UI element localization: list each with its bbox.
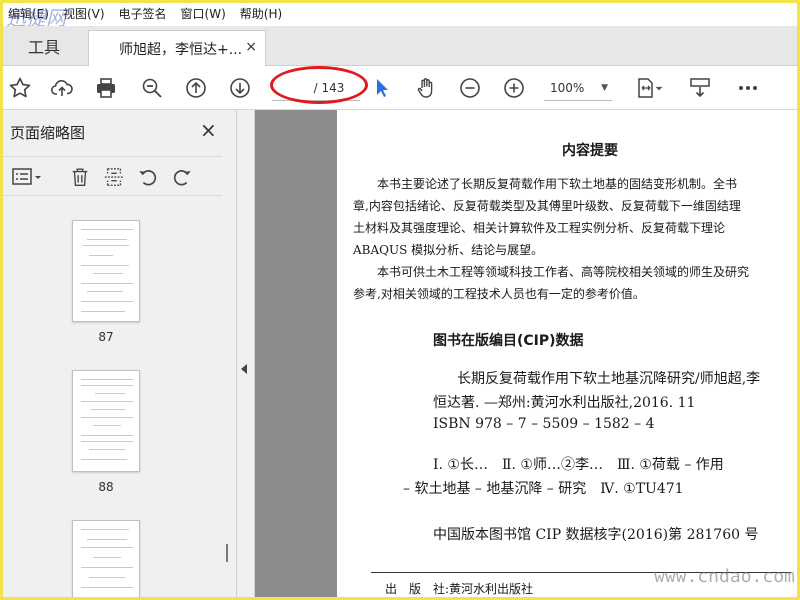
page-thumbnail[interactable] — [72, 370, 140, 472]
publisher-line: 出 版 社:黄河水利出版社 — [385, 582, 534, 596]
menu-view[interactable]: 视图(V) — [63, 5, 105, 22]
zoom-value: 100% — [550, 80, 585, 95]
zoom-select[interactable]: 100% ▼ — [544, 75, 612, 101]
panel-collapse-strip[interactable] — [237, 110, 255, 600]
chevron-down-icon: ▼ — [601, 83, 608, 93]
thumbnail-scrollbar[interactable] — [222, 206, 236, 600]
panel-title: 页面缩略图 — [10, 124, 86, 142]
page-thumbnail[interactable] — [72, 520, 140, 600]
collapse-arrow-icon[interactable] — [241, 364, 247, 374]
thumbnail-list: 87 88 — [0, 206, 222, 600]
menu-bar: 编辑(E) 视图(V) 电子签名 窗口(W) 帮助(H) — [0, 0, 800, 26]
page-heading: 内容提要 — [562, 143, 618, 159]
trash-icon[interactable] — [66, 163, 94, 191]
tab-row: 工具 师旭超，李恒达+... × — [0, 26, 800, 66]
zoom-out-magnifier-icon[interactable] — [138, 74, 166, 102]
red-highlight-oval — [270, 66, 368, 104]
page-down-icon[interactable] — [226, 74, 254, 102]
thumbnail-page-label: 88 — [98, 480, 114, 494]
upload-cloud-icon[interactable] — [48, 74, 76, 102]
zoom-in-icon[interactable] — [500, 74, 528, 102]
close-icon[interactable]: × — [200, 118, 217, 142]
panel-toolbar — [0, 156, 222, 196]
body-line: 土材料及其强度理论、相关计算软件及工程实例分析、反复荷载下理论 — [353, 221, 726, 235]
body-line: 本书可供土木工程等领域科技工作者、高等院校相关领域的师生及研究 — [353, 265, 750, 279]
menu-window[interactable]: 窗口(W) — [181, 5, 226, 22]
menu-esign[interactable]: 电子签名 — [119, 5, 167, 22]
document-viewer: 内容提要 本书主要论述了长期反复荷载作用下软土地基的固结变形机制。全书 章,内容… — [237, 110, 800, 600]
zoom-out-icon[interactable] — [456, 74, 484, 102]
body-line: 章,内容包括绪论、反复荷载类型及其傅里叶级数、反复荷载下一维固结理 — [353, 199, 741, 213]
tab-document-label: 师旭超，李恒达+... — [119, 41, 243, 58]
scrollbar-grip[interactable] — [226, 544, 228, 562]
body-line: ABAQUS 模拟分析、结论与展望。 — [353, 243, 544, 257]
cip-line: 中国版本图书馆 CIP 数据核字(2016)第 281760 号 — [433, 527, 759, 543]
document-page: 内容提要 本书主要论述了长期反复荷载作用下软土地基的固结变形机制。全书 章,内容… — [337, 110, 800, 600]
page-gutter — [255, 110, 337, 600]
thumbnail-panel: 页面缩略图 × 87 88 — [0, 110, 237, 600]
cip-line: 长期反复荷载作用下软土地基沉降研究/师旭超,李 — [457, 371, 761, 387]
thumbnail-page-label: 87 — [98, 330, 114, 344]
more-icon[interactable] — [734, 74, 762, 102]
thumbnail-options-icon[interactable] — [8, 163, 46, 191]
page-up-icon[interactable] — [182, 74, 210, 102]
watermark-url: www.cndao.com — [654, 566, 795, 587]
hand-icon[interactable] — [412, 74, 440, 102]
cip-title: 图书在版编目(CIP)数据 — [433, 333, 584, 349]
body-line: 本书主要论述了长期反复荷载作用下软土地基的固结变形机制。全书 — [353, 177, 738, 191]
chevron-down-icon[interactable] — [652, 74, 666, 102]
cip-line: Ⅰ. ①长… Ⅱ. ①师…②李… Ⅲ. ①荷载 – 作用 — [433, 457, 724, 473]
cip-line: – 软土地基 – 地基沉降 – 研究 Ⅳ. ①TU471 — [403, 481, 684, 497]
body-line: 参考,对相关领域的工程技术人员也有一定的参考价值。 — [353, 287, 645, 301]
rotate-right-icon[interactable] — [168, 163, 196, 191]
tab-document[interactable]: 师旭超，李恒达+... × — [88, 30, 266, 66]
tab-tools[interactable]: 工具 — [0, 26, 88, 66]
page-thumbnail[interactable] — [72, 220, 140, 322]
toolbar: / 143 100% ▼ — [0, 66, 800, 110]
tab-close-icon[interactable]: × — [245, 39, 257, 55]
cip-line: ISBN 978 – 7 – 5509 – 1582 – 4 — [433, 416, 655, 432]
cip-line: 恒达著. —郑州:黄河水利出版社,2016. 11 — [433, 395, 696, 411]
menu-help[interactable]: 帮助(H) — [240, 5, 282, 22]
print-icon[interactable] — [92, 74, 120, 102]
scroll-mode-icon[interactable] — [686, 74, 714, 102]
extract-page-icon[interactable] — [100, 163, 128, 191]
star-icon[interactable] — [6, 74, 34, 102]
rotate-left-icon[interactable] — [134, 163, 162, 191]
select-arrow-icon[interactable] — [368, 74, 396, 102]
